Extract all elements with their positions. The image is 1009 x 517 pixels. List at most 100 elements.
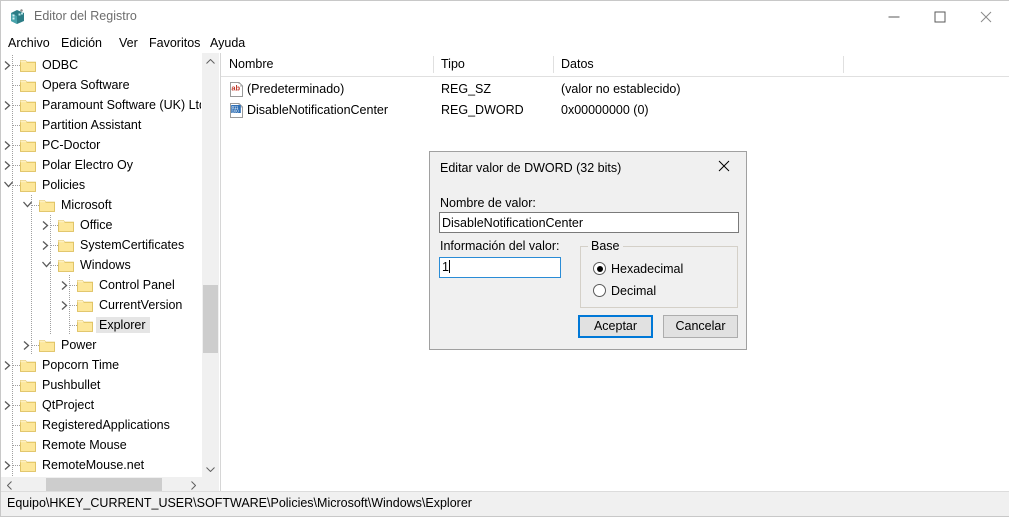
tree-hscroll-thumb[interactable] bbox=[46, 478, 162, 492]
tree-guide-line bbox=[31, 235, 32, 255]
scroll-up-arrow[interactable] bbox=[202, 53, 219, 70]
registry-editor-icon bbox=[9, 8, 27, 26]
radio-dot-hexadecimal bbox=[593, 262, 606, 275]
tree-item-pc-doctor[interactable]: PC-Doctor bbox=[1, 135, 104, 155]
chevron-right-icon[interactable] bbox=[1, 455, 15, 475]
folder-icon bbox=[20, 398, 36, 412]
tree-item-policies[interactable]: Policies bbox=[1, 175, 89, 195]
tree-item-microsoft[interactable]: Microsoft bbox=[1, 195, 116, 215]
value-type-cell: REG_SZ bbox=[441, 82, 492, 96]
menu-ver[interactable]: Ver bbox=[114, 33, 143, 53]
chevron-down-icon[interactable] bbox=[1, 175, 15, 195]
chevron-down-icon[interactable] bbox=[20, 195, 34, 215]
chevron-right-icon[interactable] bbox=[1, 395, 15, 415]
value-name-input[interactable] bbox=[439, 212, 739, 233]
radio-decimal[interactable]: Decimal bbox=[593, 283, 713, 299]
value-data-input[interactable]: 1 bbox=[439, 257, 561, 278]
table-row[interactable]: 011 100 DisableNotificationCenter REG_DWORD… bbox=[221, 101, 1009, 120]
minimize-button[interactable] bbox=[871, 1, 917, 32]
menu-edicion[interactable]: Edición bbox=[56, 33, 107, 53]
maximize-button[interactable] bbox=[917, 1, 963, 32]
tree-guide-line bbox=[70, 325, 77, 326]
folder-icon bbox=[20, 78, 36, 92]
accept-button[interactable]: Aceptar bbox=[578, 315, 653, 338]
column-separator[interactable] bbox=[433, 56, 434, 73]
base-group-label: Base bbox=[588, 239, 623, 253]
tree-item-qtproject[interactable]: QtProject bbox=[1, 395, 98, 415]
folder-icon bbox=[20, 178, 36, 192]
column-header-datos[interactable]: Datos bbox=[553, 53, 843, 76]
tree-item-partition-assistant[interactable]: Partition Assistant bbox=[1, 115, 145, 135]
title-bar: Editor del Registro bbox=[1, 1, 1009, 33]
tree-item-currentversion[interactable]: CurrentVersion bbox=[1, 295, 186, 315]
tree-item-opera-software[interactable]: Opera Software bbox=[1, 75, 134, 95]
tree-guide-line bbox=[12, 275, 13, 295]
tree-item-windows[interactable]: Windows bbox=[1, 255, 135, 275]
tree-item-pushbullet[interactable]: Pushbullet bbox=[1, 375, 104, 395]
tree-item-label: RegisteredApplications bbox=[42, 418, 170, 432]
tree-item-popcorn-time[interactable]: Popcorn Time bbox=[1, 355, 123, 375]
tree-item-odbc[interactable]: ODBC bbox=[1, 55, 82, 75]
tree-item-systemcertificates[interactable]: SystemCertificates bbox=[1, 235, 188, 255]
value-name-label: Nombre de valor: bbox=[440, 196, 536, 210]
tree-guide-line bbox=[12, 335, 13, 355]
chevron-right-icon[interactable] bbox=[20, 335, 34, 355]
svg-text:ab: ab bbox=[231, 84, 240, 93]
tree-item-explorer[interactable]: Explorer bbox=[1, 315, 150, 335]
tree-item-registeredapplications[interactable]: RegisteredApplications bbox=[1, 415, 174, 435]
column-header-tipo[interactable]: Tipo bbox=[433, 53, 553, 76]
tree-item-label: Paramount Software (UK) Ltd. bbox=[42, 98, 201, 112]
chevron-right-icon[interactable] bbox=[58, 275, 72, 295]
tree-item-control-panel[interactable]: Control Panel bbox=[1, 275, 179, 295]
tree-item-polar-electro-oy[interactable]: Polar Electro Oy bbox=[1, 155, 137, 175]
column-separator[interactable] bbox=[553, 56, 554, 73]
tree-guide-line bbox=[50, 275, 51, 295]
column-header-nombre[interactable]: Nombre bbox=[221, 53, 433, 76]
dialog-close-button[interactable] bbox=[702, 152, 746, 180]
chevron-right-icon[interactable] bbox=[39, 235, 53, 255]
menu-ayuda[interactable]: Ayuda bbox=[205, 33, 250, 53]
menu-archivo[interactable]: Archivo bbox=[3, 33, 55, 53]
chevron-right-icon[interactable] bbox=[1, 95, 15, 115]
tree-item-label: Pushbullet bbox=[42, 378, 101, 392]
cancel-button[interactable]: Cancelar bbox=[663, 315, 738, 338]
column-separator[interactable] bbox=[843, 56, 844, 73]
tree-guide-line bbox=[31, 215, 32, 235]
folder-icon bbox=[20, 458, 36, 472]
chevron-right-icon[interactable] bbox=[1, 55, 15, 75]
reg-sz-icon: ab bbox=[229, 81, 244, 97]
folder-icon bbox=[77, 298, 93, 312]
tree-item-label: CurrentVersion bbox=[99, 298, 183, 312]
tree-item-office[interactable]: Office bbox=[1, 215, 116, 235]
folder-icon bbox=[20, 138, 36, 152]
tree-guide-line bbox=[13, 445, 20, 446]
tree-item-label: Office bbox=[80, 218, 113, 232]
tree-guide-line bbox=[31, 255, 32, 275]
folder-icon bbox=[39, 338, 55, 352]
chevron-right-icon[interactable] bbox=[1, 135, 15, 155]
chevron-right-icon[interactable] bbox=[58, 295, 72, 315]
registry-tree-pane: ODBC Opera Software Paramount Software (UK… bbox=[1, 53, 220, 493]
tree-item-label: Microsoft bbox=[61, 198, 112, 212]
scroll-down-arrow[interactable] bbox=[202, 461, 219, 478]
radio-hexadecimal[interactable]: Hexadecimal bbox=[593, 261, 713, 277]
tree-item-paramount-software-uk-ltd[interactable]: Paramount Software (UK) Ltd. bbox=[1, 95, 201, 115]
registry-tree[interactable]: ODBC Opera Software Paramount Software (UK… bbox=[1, 53, 201, 478]
tree-vertical-scrollbar[interactable] bbox=[201, 53, 219, 478]
tree-item-label: ODBC bbox=[42, 58, 79, 72]
close-button[interactable] bbox=[963, 1, 1009, 32]
chevron-right-icon[interactable] bbox=[1, 155, 15, 175]
tree-item-remotemouse-net[interactable]: RemoteMouse.net bbox=[1, 455, 148, 475]
status-bar: Equipo\HKEY_CURRENT_USER\SOFTWARE\Polici… bbox=[1, 491, 1009, 516]
table-row[interactable]: ab (Predeterminado) REG_SZ (valor no establ… bbox=[221, 80, 1009, 99]
tree-scroll-thumb[interactable] bbox=[203, 285, 218, 353]
chevron-down-icon[interactable] bbox=[39, 255, 53, 275]
tree-item-remote-mouse[interactable]: Remote Mouse bbox=[1, 435, 131, 455]
value-data-text: 1 bbox=[442, 260, 449, 274]
chevron-right-icon[interactable] bbox=[1, 355, 15, 375]
menu-favoritos[interactable]: Favoritos bbox=[144, 33, 205, 53]
chevron-right-icon[interactable] bbox=[39, 215, 53, 235]
radio-label-decimal: Decimal bbox=[611, 284, 657, 298]
tree-item-label: QtProject bbox=[42, 398, 95, 412]
tree-item-power[interactable]: Power bbox=[1, 335, 100, 355]
